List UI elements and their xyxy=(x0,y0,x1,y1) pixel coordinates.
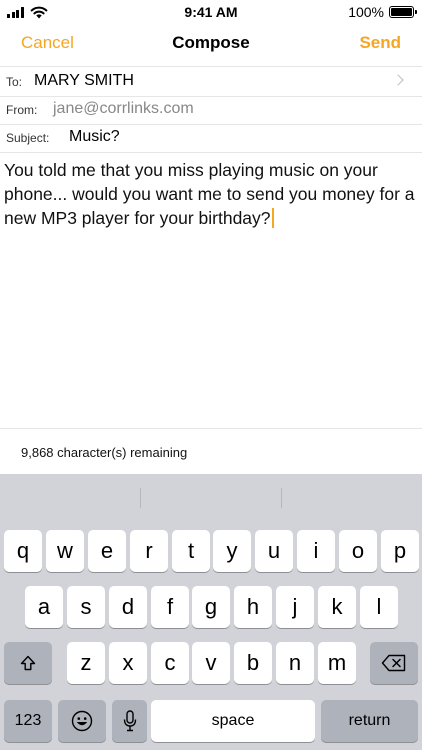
key-k[interactable]: k xyxy=(318,586,356,628)
character-counter: 9,868 character(s) remaining xyxy=(21,445,188,460)
keyboard: q w e r t y u i o p a s d f g h j k l z … xyxy=(0,474,422,750)
key-g[interactable]: g xyxy=(192,586,230,628)
to-label: To: xyxy=(6,75,23,89)
predictive-divider xyxy=(140,488,141,508)
key-r[interactable]: r xyxy=(130,530,168,572)
status-bar: 9:41 AM 100% xyxy=(0,0,422,24)
predictive-bar xyxy=(0,474,422,520)
microphone-key[interactable] xyxy=(112,700,147,742)
key-c[interactable]: c xyxy=(151,642,189,684)
nav-bar: Cancel Compose Send xyxy=(0,24,422,66)
key-m[interactable]: m xyxy=(318,642,356,684)
microphone-icon xyxy=(123,710,136,732)
key-e[interactable]: e xyxy=(88,530,126,572)
to-field[interactable]: To: MARY SMITH xyxy=(0,66,422,97)
key-i[interactable]: i xyxy=(297,530,335,572)
from-address: jane@corrlinks.com xyxy=(53,100,194,117)
key-y[interactable]: y xyxy=(213,530,251,572)
delete-key[interactable] xyxy=(370,642,418,684)
key-x[interactable]: x xyxy=(109,642,147,684)
send-button[interactable]: Send xyxy=(359,33,401,53)
battery-percent: 100% xyxy=(348,4,384,20)
key-z[interactable]: z xyxy=(67,642,105,684)
key-b[interactable]: b xyxy=(234,642,272,684)
shift-key[interactable] xyxy=(4,642,52,684)
battery-fill xyxy=(391,8,412,16)
key-w[interactable]: w xyxy=(46,530,84,572)
shift-icon xyxy=(20,655,36,671)
message-text: You told me that you miss playing music … xyxy=(4,160,415,228)
emoji-icon xyxy=(71,710,93,732)
key-p[interactable]: p xyxy=(381,530,419,572)
key-v[interactable]: v xyxy=(192,642,230,684)
space-key[interactable]: space xyxy=(151,700,315,742)
cancel-button[interactable]: Cancel xyxy=(21,33,74,53)
subject-field[interactable]: Subject: Music? xyxy=(0,125,422,153)
key-d[interactable]: d xyxy=(109,586,147,628)
key-j[interactable]: j xyxy=(276,586,314,628)
key-a[interactable]: a xyxy=(25,586,63,628)
subject-label: Subject: xyxy=(6,131,50,145)
delete-icon xyxy=(381,654,406,672)
from-label: From: xyxy=(6,103,38,117)
emoji-key[interactable] xyxy=(58,700,106,742)
to-recipient[interactable]: MARY SMITH xyxy=(34,72,134,90)
subject-input[interactable]: Music? xyxy=(69,128,120,146)
message-body-input[interactable]: You told me that you miss playing music … xyxy=(4,158,420,230)
key-q[interactable]: q xyxy=(4,530,42,572)
key-h[interactable]: h xyxy=(234,586,272,628)
status-right: 100% xyxy=(348,4,417,20)
battery-icon xyxy=(389,6,417,18)
predictive-divider xyxy=(281,488,282,508)
key-n[interactable]: n xyxy=(276,642,314,684)
numbers-key[interactable]: 123 xyxy=(4,700,52,742)
key-l[interactable]: l xyxy=(360,586,398,628)
counter-row: 9,868 character(s) remaining xyxy=(0,428,422,474)
from-field: From: jane@corrlinks.com xyxy=(0,97,422,125)
key-o[interactable]: o xyxy=(339,530,377,572)
chevron-right-icon[interactable] xyxy=(392,74,404,86)
return-key[interactable]: return xyxy=(321,700,418,742)
key-f[interactable]: f xyxy=(151,586,189,628)
key-u[interactable]: u xyxy=(255,530,293,572)
text-cursor xyxy=(271,208,274,228)
key-s[interactable]: s xyxy=(67,586,105,628)
key-t[interactable]: t xyxy=(172,530,210,572)
